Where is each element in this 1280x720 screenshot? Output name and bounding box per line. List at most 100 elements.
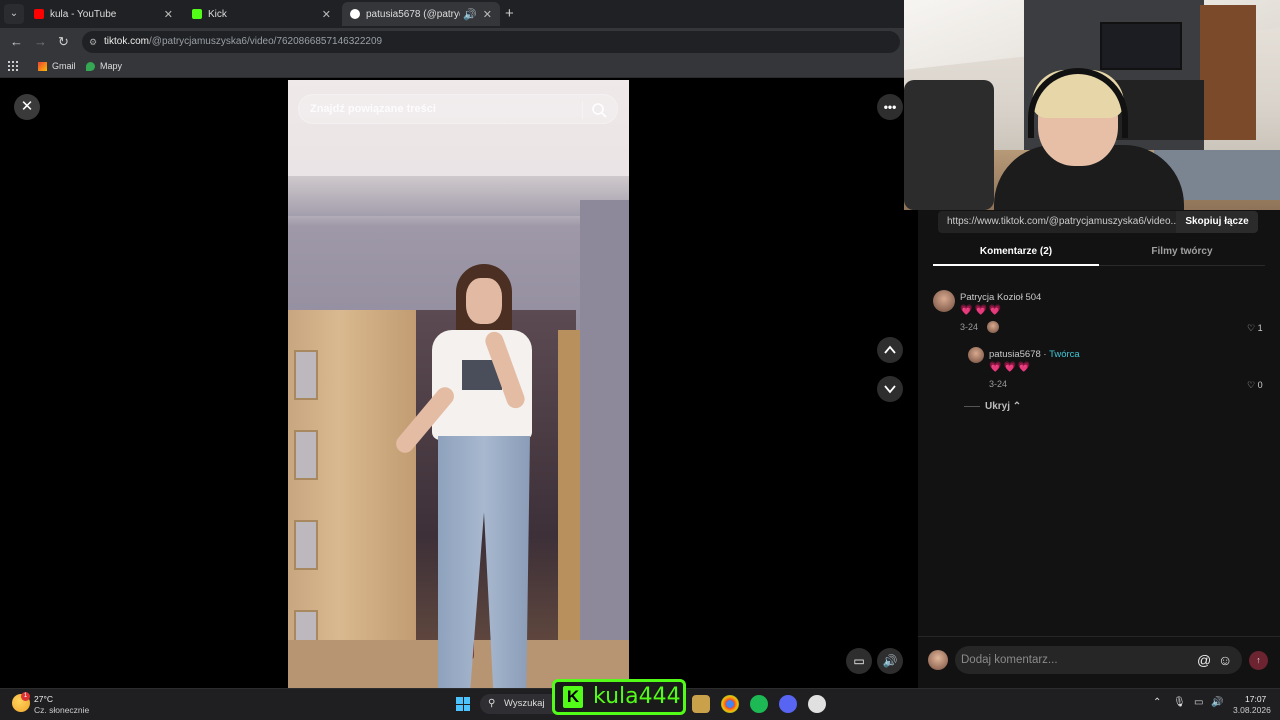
bookmark-gmail[interactable]: Gmail	[38, 61, 76, 71]
maps-icon	[86, 61, 95, 71]
back-icon[interactable]: ←	[10, 34, 23, 49]
like-count: 0	[1257, 380, 1263, 390]
like-button[interactable]: ♡ 0	[1247, 380, 1263, 391]
share-link-row: https://www.tiktok.com/@patrycjamuszyska…	[938, 211, 1258, 233]
close-tab-icon[interactable]: ✕	[483, 8, 492, 21]
close-tab-icon[interactable]: ✕	[322, 8, 331, 21]
kick-icon	[192, 9, 202, 19]
url-field[interactable]: ⚙ tiktok.com/@patrycjamuszyska6/video/76…	[82, 31, 900, 53]
avatar	[928, 650, 948, 670]
weather-temp[interactable]: 27°C	[34, 694, 53, 704]
reply-username[interactable]: patusia5678	[989, 349, 1041, 360]
clock-date[interactable]: 3.08.2026	[1233, 705, 1271, 715]
network-icon[interactable]: ▭	[1194, 697, 1203, 708]
video-door	[288, 310, 416, 688]
app-icon[interactable]	[808, 695, 826, 713]
mini-player-icon[interactable]: ▭	[846, 648, 872, 674]
search-icon[interactable]	[591, 102, 607, 118]
spotify-icon[interactable]	[750, 695, 768, 713]
cam-chair	[904, 80, 994, 210]
clock-time[interactable]: 17:07	[1245, 694, 1266, 704]
weather-badge: 1	[21, 692, 30, 701]
start-button[interactable]	[456, 697, 470, 711]
divider	[964, 406, 980, 407]
volume-icon[interactable]: 🔊	[877, 648, 903, 674]
door-pane	[294, 430, 318, 480]
bookmark-label: Gmail	[52, 61, 76, 71]
tray-chevron-up-icon[interactable]: ⌃	[1153, 697, 1161, 708]
apps-grid-icon[interactable]	[8, 61, 18, 71]
emoji-icon[interactable]: ☺	[1218, 652, 1232, 668]
tiktok-icon	[350, 9, 360, 19]
search-divider	[582, 101, 583, 119]
video-person	[392, 260, 558, 688]
like-button[interactable]: ♡ 1	[1247, 323, 1263, 334]
search-icon: ⚲	[488, 698, 496, 709]
copy-link-button[interactable]: Skopiuj łącze	[1176, 211, 1258, 233]
avatar[interactable]	[933, 290, 955, 312]
tab-kick[interactable]: Kick ✕	[184, 2, 339, 26]
comments-panel	[918, 210, 1280, 688]
comment-username[interactable]: Patrycja Kozioł 504	[960, 292, 1041, 303]
kick-channel-overlay: K kula444	[552, 679, 686, 715]
speaker-icon[interactable]: 🔊	[1211, 697, 1223, 708]
reply-username-line: patusia5678 · Twórca	[989, 349, 1080, 360]
person-jeans	[438, 436, 530, 688]
chrome-icon[interactable]	[721, 695, 739, 713]
creator-badge: Twórca	[1049, 349, 1080, 360]
send-comment-button[interactable]: ↑	[1249, 651, 1268, 670]
tab-tiktok[interactable]: patusia5678 (@patrycjamus 🔊 ✕	[342, 2, 500, 26]
close-viewer-button[interactable]: ✕	[14, 94, 40, 120]
tab-label: kula - YouTube	[50, 8, 117, 20]
video-door-frame	[558, 330, 580, 688]
tab-strip: ⌄ kula - YouTube ✕ Kick ✕ patusia5678 (@…	[0, 0, 904, 28]
discord-icon[interactable]	[779, 695, 797, 713]
door-pane	[294, 520, 318, 570]
video-player[interactable]: Znajdź powiązane treści	[288, 80, 629, 688]
next-video-chevron-down-icon[interactable]	[877, 376, 903, 402]
reply-text: 💗💗💗	[989, 362, 1033, 373]
creator-separator: ·	[1040, 349, 1050, 360]
reload-icon[interactable]: ↻	[58, 34, 69, 50]
panel-tabs: Komentarze (2) Filmy twórcy	[933, 242, 1265, 266]
heart-icon: ♡	[1247, 380, 1256, 390]
tab-youtube[interactable]: kula - YouTube ✕	[26, 2, 181, 26]
forward-icon[interactable]: →	[34, 34, 47, 49]
tab-comments[interactable]: Komentarze (2)	[933, 246, 1099, 257]
reply-date: 3-24	[989, 379, 1008, 389]
creator-liked-avatar	[987, 321, 999, 333]
video-ceiling	[288, 176, 629, 216]
webcam-overlay	[904, 0, 1280, 210]
youtube-icon	[34, 9, 44, 19]
bookmark-maps[interactable]: Mapy	[86, 61, 122, 71]
cam-door	[1200, 5, 1256, 140]
hide-replies-button[interactable]: Ukryj ⌃	[985, 401, 1021, 412]
site-info-icon[interactable]: ⚙	[89, 31, 97, 53]
tab-label: patusia5678 (@patrycjamus	[366, 8, 460, 20]
tab-search-chevron-icon[interactable]: ⌄	[4, 4, 24, 24]
avatar[interactable]	[968, 347, 984, 363]
person-face	[466, 278, 502, 324]
chevron-up-icon: ⌃	[1012, 401, 1022, 412]
url-domain: tiktok.com	[104, 36, 150, 47]
microphone-icon[interactable]: 🎙	[1173, 697, 1186, 708]
share-url-field[interactable]: https://www.tiktok.com/@patrycjamuszyska…	[938, 211, 1176, 233]
video-viewer: ✕ Znajdź powiązane treści ••• ▭ 🔊	[0, 80, 904, 688]
tab-creator-videos[interactable]: Filmy twórcy	[1099, 246, 1265, 257]
url-path: /@patrycjamuszyska6/video/76208668571463…	[149, 36, 383, 47]
more-options-icon[interactable]: •••	[877, 94, 903, 120]
comment-date: 3-24	[960, 322, 979, 332]
like-count: 1	[1257, 323, 1263, 333]
bookmarks-bar: Gmail Mapy	[0, 56, 904, 78]
new-tab-button[interactable]: +	[505, 5, 514, 22]
previous-video-chevron-up-icon[interactable]	[877, 337, 903, 363]
hide-label: Ukryj	[985, 401, 1011, 412]
file-explorer-icon[interactable]	[692, 695, 710, 713]
door-pane	[294, 350, 318, 400]
kick-channel-name: kula444	[593, 684, 681, 709]
weather-desc[interactable]: Cz. słonecznie	[34, 705, 89, 715]
audio-playing-icon[interactable]: 🔊	[463, 8, 477, 21]
mention-icon[interactable]: @	[1197, 652, 1211, 668]
related-search-input[interactable]: Znajdź powiązane treści	[298, 94, 618, 124]
close-tab-icon[interactable]: ✕	[164, 8, 173, 21]
